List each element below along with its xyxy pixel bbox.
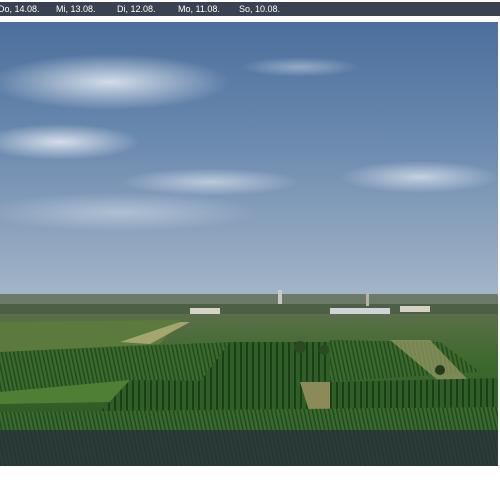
webcam-viewer[interactable]: [0, 22, 500, 466]
time-scrubber-bar[interactable]: [0, 430, 500, 466]
date-tab-mon-1108[interactable]: Mo, 11.08.: [178, 2, 239, 16]
date-tab-thu-1408[interactable]: Do, 14.08.: [0, 2, 56, 16]
webcam-image: [0, 22, 500, 466]
date-tab-tue-1208[interactable]: Di, 12.08.: [117, 2, 178, 16]
date-tab-bar: Do, 14.08. Mi, 13.08. Di, 12.08. Mo, 11.…: [0, 2, 500, 16]
date-tab-wed-1308[interactable]: Mi, 13.08.: [56, 2, 117, 16]
date-tab-sun-1008[interactable]: So, 10.08.: [239, 2, 299, 16]
